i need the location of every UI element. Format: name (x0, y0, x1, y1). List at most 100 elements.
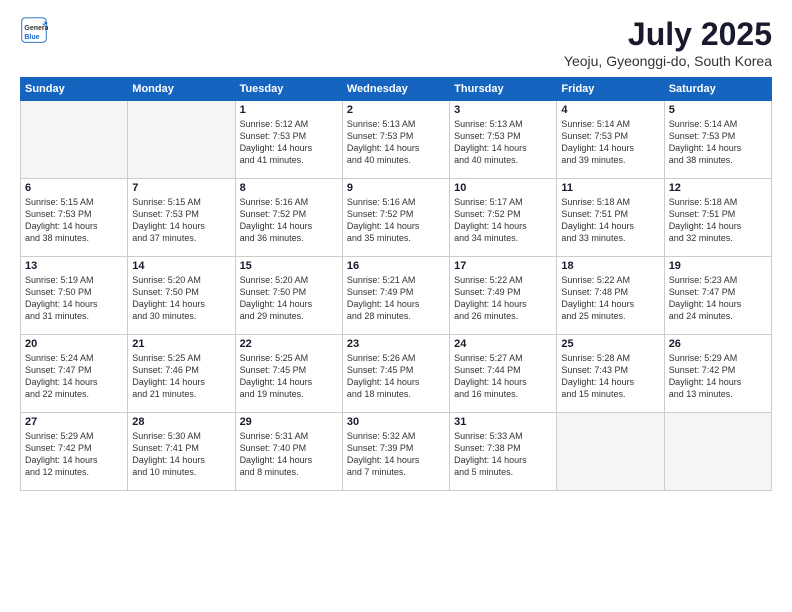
day-number: 15 (240, 260, 338, 272)
day-info: Sunrise: 5:20 AM Sunset: 7:50 PM Dayligh… (240, 274, 338, 323)
day-info: Sunrise: 5:21 AM Sunset: 7:49 PM Dayligh… (347, 274, 445, 323)
week-row-4: 20 Sunrise: 5:24 AM Sunset: 7:47 PM Dayli… (21, 335, 772, 413)
col-wednesday: Wednesday (342, 78, 449, 101)
day-info: Sunrise: 5:17 AM Sunset: 7:52 PM Dayligh… (454, 196, 552, 245)
calendar-cell: 21Sunrise: 5:25 AM Sunset: 7:46 PM Dayli… (128, 335, 235, 413)
title-block: July 2025 Yeoju, Gyeonggi-do, South Kore… (564, 16, 772, 69)
day-number: 20 (25, 338, 123, 350)
day-number: 1 (240, 104, 338, 116)
calendar-cell: 8 Sunrise: 5:16 AM Sunset: 7:52 PM Daylig… (235, 179, 342, 257)
day-number: 17 (454, 260, 552, 272)
day-number: 14 (132, 260, 230, 272)
calendar-table: Sunday Monday Tuesday Wednesday Thursday… (20, 77, 772, 491)
day-info: Sunrise: 5:28 AM Sunset: 7:43 PM Dayligh… (561, 352, 659, 401)
day-number: 12 (669, 182, 767, 194)
day-info: Sunrise: 5:29 AM Sunset: 7:42 PM Dayligh… (25, 430, 123, 479)
logo-icon: General Blue (20, 16, 48, 44)
day-info: Sunrise: 5:12 AM Sunset: 7:53 PM Dayligh… (240, 118, 338, 167)
day-number: 26 (669, 338, 767, 350)
calendar-cell: 15 Sunrise: 5:20 AM Sunset: 7:50 PM Dayli… (235, 257, 342, 335)
page: General Blue July 2025 Yeoju, Gyeonggi-d… (0, 0, 792, 612)
calendar-cell: 1 Sunrise: 5:12 AM Sunset: 7:53 PM Daylig… (235, 101, 342, 179)
day-info: Sunrise: 5:30 AM Sunset: 7:41 PM Dayligh… (132, 430, 230, 479)
week-row-3: 13 Sunrise: 5:19 AM Sunset: 7:50 PM Dayli… (21, 257, 772, 335)
calendar-cell: 12 Sunrise: 5:18 AM Sunset: 7:51 PM Dayli… (664, 179, 771, 257)
header: General Blue July 2025 Yeoju, Gyeonggi-d… (20, 16, 772, 69)
subtitle: Yeoju, Gyeonggi-do, South Korea (564, 53, 772, 69)
calendar-cell: 24Sunrise: 5:27 AM Sunset: 7:44 PM Dayli… (450, 335, 557, 413)
day-number: 13 (25, 260, 123, 272)
col-saturday: Saturday (664, 78, 771, 101)
calendar-cell: 7 Sunrise: 5:15 AM Sunset: 7:53 PM Daylig… (128, 179, 235, 257)
day-number: 8 (240, 182, 338, 194)
calendar-cell: 27Sunrise: 5:29 AM Sunset: 7:42 PM Dayli… (21, 413, 128, 491)
day-number: 2 (347, 104, 445, 116)
day-number: 21 (132, 338, 230, 350)
day-info: Sunrise: 5:25 AM Sunset: 7:45 PM Dayligh… (240, 352, 338, 401)
header-row: Sunday Monday Tuesday Wednesday Thursday… (21, 78, 772, 101)
calendar-cell (557, 413, 664, 491)
calendar-cell: 25Sunrise: 5:28 AM Sunset: 7:43 PM Dayli… (557, 335, 664, 413)
day-info: Sunrise: 5:27 AM Sunset: 7:44 PM Dayligh… (454, 352, 552, 401)
day-info: Sunrise: 5:18 AM Sunset: 7:51 PM Dayligh… (561, 196, 659, 245)
calendar-cell: 30Sunrise: 5:32 AM Sunset: 7:39 PM Dayli… (342, 413, 449, 491)
day-info: Sunrise: 5:31 AM Sunset: 7:40 PM Dayligh… (240, 430, 338, 479)
day-info: Sunrise: 5:22 AM Sunset: 7:48 PM Dayligh… (561, 274, 659, 323)
svg-text:Blue: Blue (24, 34, 39, 41)
calendar-cell: 26 Sunrise: 5:29 AM Sunset: 7:42 PM Dayli… (664, 335, 771, 413)
calendar-cell: 5Sunrise: 5:14 AM Sunset: 7:53 PM Daylig… (664, 101, 771, 179)
calendar-cell: 11 Sunrise: 5:18 AM Sunset: 7:51 PM Dayli… (557, 179, 664, 257)
day-info: Sunrise: 5:19 AM Sunset: 7:50 PM Dayligh… (25, 274, 123, 323)
logo: General Blue (20, 16, 48, 44)
month-title: July 2025 (564, 16, 772, 53)
calendar-cell: 6Sunrise: 5:15 AM Sunset: 7:53 PM Daylig… (21, 179, 128, 257)
day-number: 22 (240, 338, 338, 350)
day-info: Sunrise: 5:15 AM Sunset: 7:53 PM Dayligh… (25, 196, 123, 245)
calendar-cell: 31 Sunrise: 5:33 AM Sunset: 7:38 PM Dayli… (450, 413, 557, 491)
calendar-cell: 23Sunrise: 5:26 AM Sunset: 7:45 PM Dayli… (342, 335, 449, 413)
calendar-cell: 10 Sunrise: 5:17 AM Sunset: 7:52 PM Dayli… (450, 179, 557, 257)
calendar-cell: 29 Sunrise: 5:31 AM Sunset: 7:40 PM Dayli… (235, 413, 342, 491)
day-number: 16 (347, 260, 445, 272)
day-number: 29 (240, 416, 338, 428)
day-info: Sunrise: 5:18 AM Sunset: 7:51 PM Dayligh… (669, 196, 767, 245)
day-info: Sunrise: 5:16 AM Sunset: 7:52 PM Dayligh… (347, 196, 445, 245)
day-info: Sunrise: 5:14 AM Sunset: 7:53 PM Dayligh… (669, 118, 767, 167)
day-info: Sunrise: 5:13 AM Sunset: 7:53 PM Dayligh… (454, 118, 552, 167)
col-tuesday: Tuesday (235, 78, 342, 101)
day-number: 10 (454, 182, 552, 194)
day-number: 31 (454, 416, 552, 428)
day-number: 28 (132, 416, 230, 428)
day-info: Sunrise: 5:24 AM Sunset: 7:47 PM Dayligh… (25, 352, 123, 401)
col-thursday: Thursday (450, 78, 557, 101)
day-info: Sunrise: 5:20 AM Sunset: 7:50 PM Dayligh… (132, 274, 230, 323)
calendar-cell: 19 Sunrise: 5:23 AM Sunset: 7:47 PM Dayli… (664, 257, 771, 335)
col-monday: Monday (128, 78, 235, 101)
day-number: 11 (561, 182, 659, 194)
day-number: 19 (669, 260, 767, 272)
calendar-cell: 13 Sunrise: 5:19 AM Sunset: 7:50 PM Dayli… (21, 257, 128, 335)
calendar-cell: 2Sunrise: 5:13 AM Sunset: 7:53 PM Daylig… (342, 101, 449, 179)
day-info: Sunrise: 5:29 AM Sunset: 7:42 PM Dayligh… (669, 352, 767, 401)
calendar-cell: 3Sunrise: 5:13 AM Sunset: 7:53 PM Daylig… (450, 101, 557, 179)
calendar-cell: 14 Sunrise: 5:20 AM Sunset: 7:50 PM Dayli… (128, 257, 235, 335)
week-row-2: 6Sunrise: 5:15 AM Sunset: 7:53 PM Daylig… (21, 179, 772, 257)
day-info: Sunrise: 5:23 AM Sunset: 7:47 PM Dayligh… (669, 274, 767, 323)
calendar-cell (128, 101, 235, 179)
calendar-cell: 9 Sunrise: 5:16 AM Sunset: 7:52 PM Daylig… (342, 179, 449, 257)
calendar-cell (664, 413, 771, 491)
day-number: 9 (347, 182, 445, 194)
day-number: 4 (561, 104, 659, 116)
day-number: 18 (561, 260, 659, 272)
calendar-cell: 4Sunrise: 5:14 AM Sunset: 7:53 PM Daylig… (557, 101, 664, 179)
day-info: Sunrise: 5:15 AM Sunset: 7:53 PM Dayligh… (132, 196, 230, 245)
calendar-cell: 28 Sunrise: 5:30 AM Sunset: 7:41 PM Dayli… (128, 413, 235, 491)
calendar-cell: 18 Sunrise: 5:22 AM Sunset: 7:48 PM Dayli… (557, 257, 664, 335)
day-info: Sunrise: 5:33 AM Sunset: 7:38 PM Dayligh… (454, 430, 552, 479)
calendar-cell: 20 Sunrise: 5:24 AM Sunset: 7:47 PM Dayli… (21, 335, 128, 413)
col-sunday: Sunday (21, 78, 128, 101)
day-number: 7 (132, 182, 230, 194)
day-info: Sunrise: 5:26 AM Sunset: 7:45 PM Dayligh… (347, 352, 445, 401)
svg-text:General: General (24, 25, 48, 32)
day-info: Sunrise: 5:16 AM Sunset: 7:52 PM Dayligh… (240, 196, 338, 245)
